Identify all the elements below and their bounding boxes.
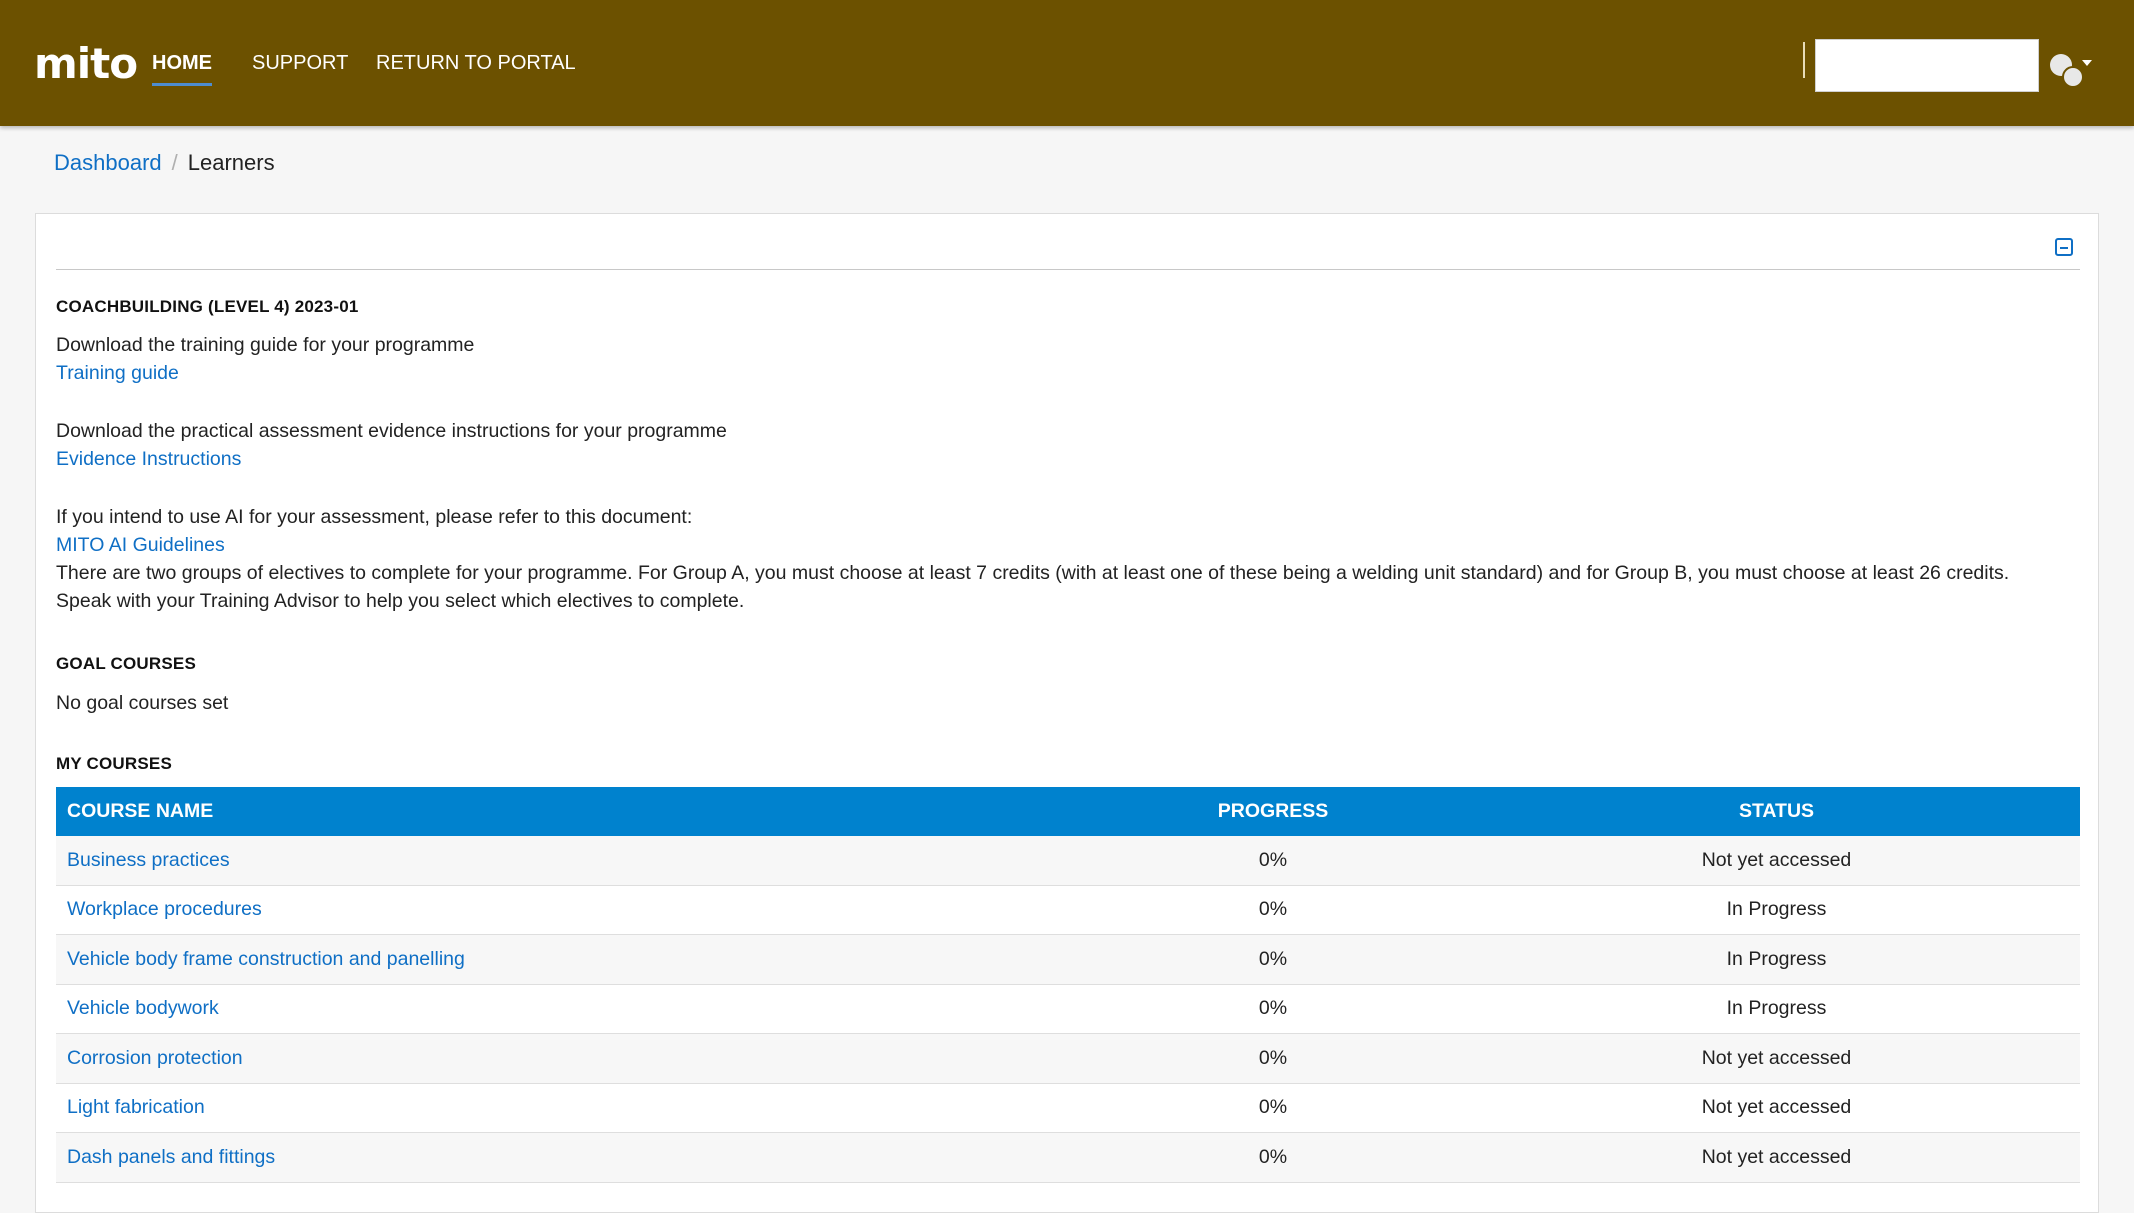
evidence-instructions-link[interactable]: Evidence Instructions bbox=[56, 445, 241, 473]
status-cell: Not yet accessed bbox=[1473, 836, 2080, 886]
status-cell: In Progress bbox=[1473, 885, 2080, 935]
table-row: Vehicle body frame construction and pane… bbox=[56, 934, 2080, 985]
course-name-cell: Dash panels and fittings bbox=[56, 1132, 1073, 1183]
status-cell: In Progress bbox=[1473, 984, 2080, 1034]
courses-table: COURSE NAME PROGRESS STATUS Business pra… bbox=[56, 787, 2080, 1183]
course-name-cell: Light fabrication bbox=[56, 1083, 1073, 1133]
header-status[interactable]: STATUS bbox=[1473, 787, 2080, 836]
status-cell: Not yet accessed bbox=[1473, 1132, 2080, 1183]
header-course-name[interactable]: COURSE NAME bbox=[56, 787, 1073, 836]
progress-cell: 0% bbox=[1073, 1132, 1473, 1183]
course-link[interactable]: Dash panels and fittings bbox=[67, 1146, 275, 1168]
mito-ai-guidelines-link[interactable]: MITO AI Guidelines bbox=[56, 531, 225, 559]
course-link[interactable]: Vehicle bodywork bbox=[67, 997, 219, 1019]
ai-text: If you intend to use AI for your assessm… bbox=[56, 506, 693, 528]
logo-text: mito bbox=[34, 39, 138, 88]
training-guide-link[interactable]: Training guide bbox=[56, 359, 179, 387]
user-menu[interactable] bbox=[2046, 52, 2092, 88]
progress-cell: 0% bbox=[1073, 885, 1473, 935]
electives-text-line2: Speak with your Training Advisor to help… bbox=[56, 590, 745, 612]
progress-cell: 0% bbox=[1073, 1033, 1473, 1084]
progress-cell: 0% bbox=[1073, 1083, 1473, 1133]
table-row: Vehicle bodywork 0% In Progress bbox=[56, 984, 2080, 1034]
nav-divider bbox=[1803, 42, 1805, 78]
course-link[interactable]: Business practices bbox=[67, 849, 230, 871]
status-cell: Not yet accessed bbox=[1473, 1083, 2080, 1133]
table-row: Corrosion protection 0% Not yet accessed bbox=[56, 1033, 2080, 1084]
goal-courses-title: GOAL COURSES bbox=[56, 654, 196, 673]
mito-logo[interactable]: mito bbox=[34, 36, 138, 92]
nav-support[interactable]: SUPPORT bbox=[252, 48, 348, 78]
minus-square-icon[interactable] bbox=[2055, 238, 2073, 256]
course-name-cell: Vehicle body frame construction and pane… bbox=[56, 934, 1073, 985]
programme-card: COACHBUILDING (LEVEL 4) 2023-01 Download… bbox=[35, 213, 2099, 1213]
table-header-row: COURSE NAME PROGRESS STATUS bbox=[56, 787, 2080, 836]
status-cell: In Progress bbox=[1473, 934, 2080, 985]
course-link[interactable]: Workplace procedures bbox=[67, 898, 262, 920]
electives-text-line1: There are two groups of electives to com… bbox=[56, 562, 2010, 584]
table-row: Dash panels and fittings 0% Not yet acce… bbox=[56, 1132, 2080, 1183]
status-cell: Not yet accessed bbox=[1473, 1033, 2080, 1084]
progress-cell: 0% bbox=[1073, 836, 1473, 886]
nav-home[interactable]: HOME bbox=[152, 48, 212, 86]
breadcrumb-separator: / bbox=[171, 150, 178, 175]
my-courses-title: MY COURSES bbox=[56, 754, 172, 773]
user-avatar-secondary-icon bbox=[2062, 66, 2084, 88]
evidence-text: Download the practical assessment eviden… bbox=[56, 420, 727, 442]
top-navbar: mito HOME SUPPORT RETURN TO PORTAL bbox=[0, 0, 2134, 126]
nav-return-to-portal[interactable]: RETURN TO PORTAL bbox=[376, 48, 576, 78]
course-name-cell: Vehicle bodywork bbox=[56, 984, 1073, 1034]
course-name-cell: Corrosion protection bbox=[56, 1033, 1073, 1084]
progress-cell: 0% bbox=[1073, 984, 1473, 1034]
course-name-cell: Business practices bbox=[56, 836, 1073, 886]
caret-down-icon bbox=[2082, 60, 2092, 66]
breadcrumb-current: Learners bbox=[187, 150, 275, 175]
search-input[interactable] bbox=[1815, 39, 2039, 92]
course-name-cell: Workplace procedures bbox=[56, 885, 1073, 935]
table-row: Workplace procedures 0% In Progress bbox=[56, 885, 2080, 935]
card-divider bbox=[56, 269, 2080, 270]
course-link[interactable]: Vehicle body frame construction and pane… bbox=[67, 948, 465, 970]
progress-cell: 0% bbox=[1073, 934, 1473, 985]
training-guide-text: Download the training guide for your pro… bbox=[56, 334, 475, 356]
course-link[interactable]: Corrosion protection bbox=[67, 1047, 243, 1069]
programme-title: COACHBUILDING (LEVEL 4) 2023-01 bbox=[56, 297, 359, 316]
breadcrumb: Dashboard / Learners bbox=[54, 148, 275, 178]
course-link[interactable]: Light fabrication bbox=[67, 1096, 205, 1118]
goal-courses-text: No goal courses set bbox=[56, 692, 229, 714]
breadcrumb-dashboard[interactable]: Dashboard bbox=[54, 150, 162, 175]
table-row: Business practices 0% Not yet accessed bbox=[56, 836, 2080, 886]
table-row: Light fabrication 0% Not yet accessed bbox=[56, 1083, 2080, 1133]
header-progress[interactable]: PROGRESS bbox=[1073, 787, 1473, 836]
